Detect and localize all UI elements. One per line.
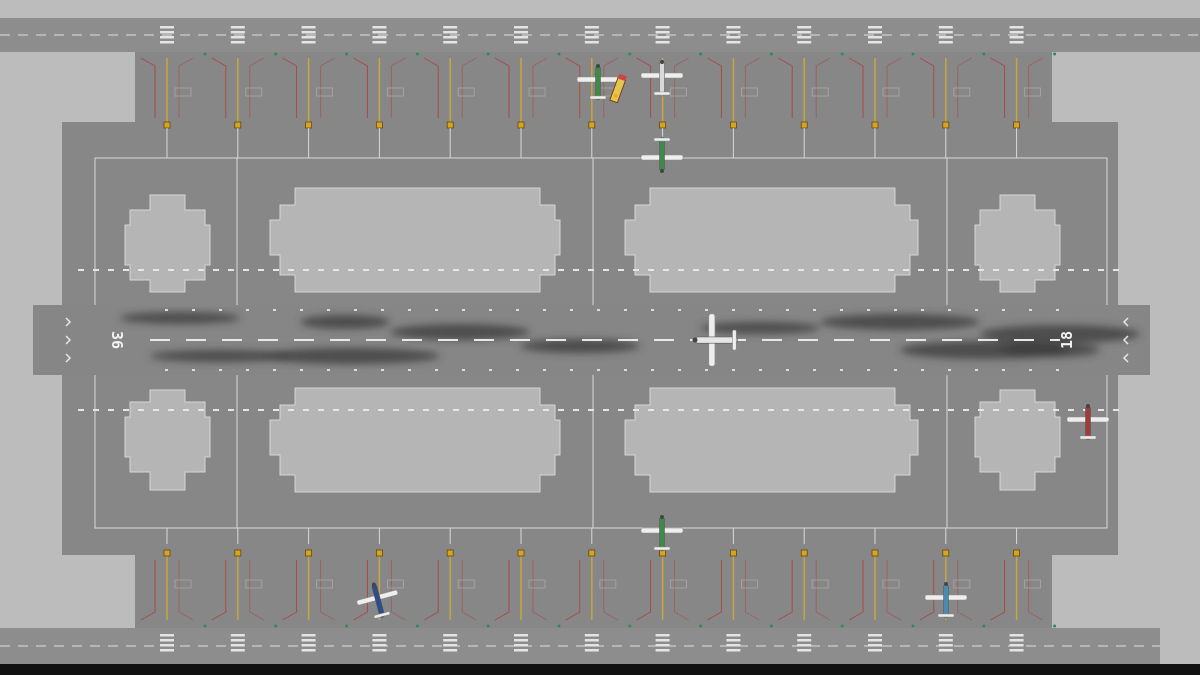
runway: 36 18 (40, 305, 1150, 375)
runway-number-east: 18 (1058, 331, 1076, 349)
airport-game-view: 36 18 (0, 0, 1200, 675)
runway-number-west: 36 (108, 331, 126, 349)
